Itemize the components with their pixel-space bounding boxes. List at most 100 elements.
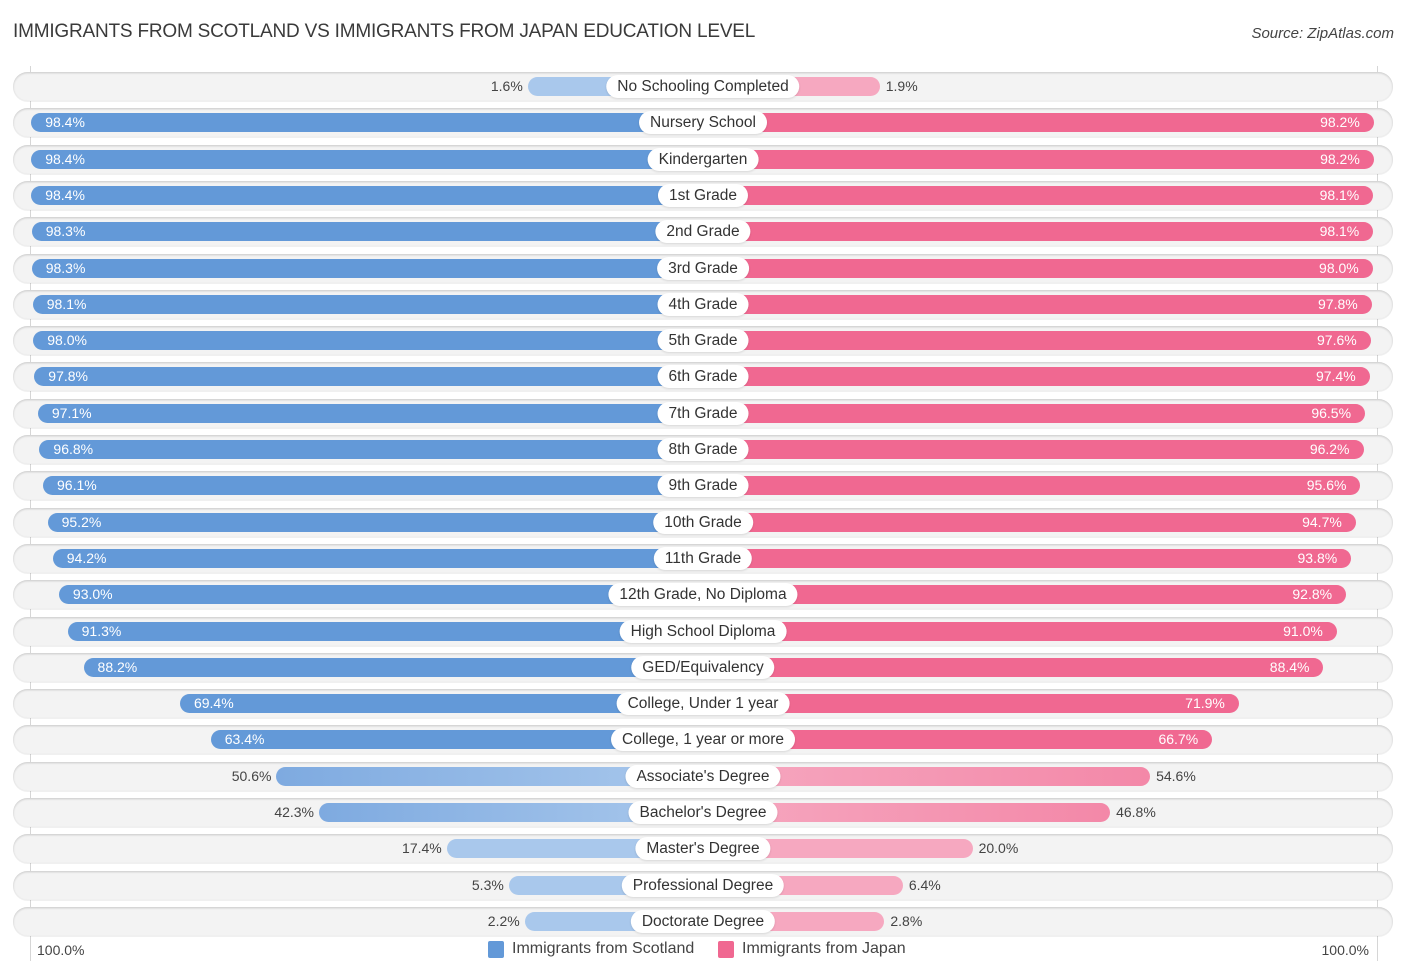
category-label: Associate's Degree bbox=[625, 765, 781, 788]
value-label-scotland: 94.2% bbox=[66, 550, 107, 566]
bar-japan bbox=[703, 295, 1372, 314]
value-label-japan: 97.4% bbox=[1315, 368, 1356, 384]
category-label: GED/Equivalency bbox=[631, 656, 775, 679]
value-label-scotland: 1.6% bbox=[490, 78, 523, 94]
value-label-japan: 98.2% bbox=[1320, 151, 1360, 167]
bar-scotland bbox=[43, 476, 703, 495]
legend-swatch-japan bbox=[718, 940, 734, 958]
value-label-japan: 1.9% bbox=[885, 78, 918, 94]
bar-scotland bbox=[32, 295, 703, 314]
category-label: Bachelor's Degree bbox=[628, 801, 778, 824]
value-label-japan: 98.2% bbox=[1320, 114, 1360, 130]
value-label-scotland: 98.1% bbox=[46, 296, 87, 312]
value-label-scotland: 93.0% bbox=[72, 586, 113, 602]
category-label: College, Under 1 year bbox=[616, 692, 790, 715]
value-label-japan: 96.5% bbox=[1311, 405, 1352, 421]
value-label-scotland: 98.0% bbox=[47, 332, 87, 348]
bar-japan bbox=[703, 440, 1364, 459]
value-label-japan: 98.0% bbox=[1319, 260, 1359, 276]
value-label-japan: 88.4% bbox=[1269, 659, 1310, 675]
legend-item-scotland: Immigrants from Scotland bbox=[488, 940, 694, 958]
category-label: 7th Grade bbox=[657, 402, 749, 425]
value-label-scotland: 63.4% bbox=[224, 731, 265, 747]
value-label-japan: 93.8% bbox=[1297, 550, 1338, 566]
category-label: 1st Grade bbox=[657, 184, 749, 207]
value-label-japan: 46.8% bbox=[1116, 804, 1156, 820]
value-label-japan: 54.6% bbox=[1156, 768, 1196, 784]
bar-japan bbox=[703, 658, 1324, 677]
bar-japan bbox=[703, 585, 1347, 604]
bar-scotland bbox=[52, 549, 703, 568]
value-label-scotland: 98.3% bbox=[45, 260, 86, 276]
value-label-japan: 66.7% bbox=[1158, 731, 1199, 747]
value-label-scotland: 5.3% bbox=[471, 877, 504, 893]
category-label: 5th Grade bbox=[657, 329, 749, 352]
category-label: Doctorate Degree bbox=[630, 910, 776, 933]
value-label-japan: 2.8% bbox=[890, 913, 923, 929]
legend-swatch-scotland bbox=[488, 940, 504, 958]
value-label-scotland: 96.8% bbox=[53, 441, 94, 457]
bar-japan bbox=[703, 222, 1374, 241]
value-label-scotland: 98.4% bbox=[45, 187, 85, 203]
bar-japan bbox=[703, 404, 1366, 423]
bar-scotland bbox=[67, 622, 703, 641]
value-label-scotland: 98.3% bbox=[45, 223, 86, 239]
legend: Immigrants from Scotland Immigrants from… bbox=[0, 940, 1406, 962]
value-label-scotland: 88.2% bbox=[97, 659, 138, 675]
bar-japan bbox=[703, 622, 1337, 641]
value-label-scotland: 2.2% bbox=[487, 913, 520, 929]
category-label: 3rd Grade bbox=[657, 257, 749, 280]
bar-japan bbox=[703, 113, 1374, 132]
category-label: Kindergarten bbox=[647, 148, 759, 171]
value-label-scotland: 17.4% bbox=[402, 840, 442, 856]
bar-scotland bbox=[31, 113, 703, 132]
category-label: No Schooling Completed bbox=[606, 75, 800, 98]
value-label-japan: 91.0% bbox=[1283, 623, 1323, 639]
value-label-japan: 94.7% bbox=[1302, 514, 1342, 530]
value-label-japan: 98.1% bbox=[1319, 187, 1360, 203]
value-label-japan: 71.9% bbox=[1185, 695, 1225, 711]
bar-scotland bbox=[33, 331, 703, 350]
value-label-scotland: 97.1% bbox=[51, 405, 92, 421]
category-label: Professional Degree bbox=[621, 874, 785, 897]
bar-japan bbox=[703, 259, 1373, 278]
bar-japan bbox=[703, 186, 1374, 205]
value-label-scotland: 50.6% bbox=[231, 768, 272, 784]
category-label: 10th Grade bbox=[653, 511, 753, 534]
value-label-japan: 97.6% bbox=[1317, 332, 1357, 348]
bar-japan bbox=[703, 331, 1371, 350]
legend-item-japan: Immigrants from Japan bbox=[718, 940, 906, 958]
bar-scotland bbox=[39, 440, 703, 459]
bar-scotland bbox=[58, 585, 703, 604]
value-label-scotland: 69.4% bbox=[193, 695, 234, 711]
category-label: 8th Grade bbox=[657, 438, 749, 461]
legend-label-japan: Immigrants from Japan bbox=[742, 940, 906, 957]
bar-japan bbox=[703, 150, 1374, 169]
bar-scotland bbox=[31, 150, 703, 169]
category-label: 11th Grade bbox=[653, 547, 753, 570]
bar-scotland bbox=[31, 186, 703, 205]
value-label-japan: 95.6% bbox=[1306, 477, 1347, 493]
value-label-scotland: 42.3% bbox=[274, 804, 315, 820]
value-label-japan: 92.8% bbox=[1292, 586, 1333, 602]
bar-scotland bbox=[37, 404, 703, 423]
bar-japan bbox=[703, 513, 1356, 532]
value-label-japan: 6.4% bbox=[908, 877, 941, 893]
category-label: 2nd Grade bbox=[655, 220, 751, 243]
chart-plot-area: 1.6% 1.9% No Schooling Completed 98.4% 98.2%… bbox=[0, 0, 1406, 975]
category-label: 9th Grade bbox=[657, 474, 749, 497]
value-label-japan: 96.2% bbox=[1309, 441, 1350, 457]
category-label: 6th Grade bbox=[657, 365, 749, 388]
category-label: Nursery School bbox=[639, 111, 767, 134]
category-label: 4th Grade bbox=[657, 293, 749, 316]
legend-label-scotland: Immigrants from Scotland bbox=[512, 940, 695, 957]
bar-japan bbox=[703, 549, 1352, 568]
bar-scotland bbox=[83, 658, 703, 677]
bar-scotland bbox=[34, 367, 703, 386]
value-label-scotland: 95.2% bbox=[61, 514, 102, 530]
value-label-japan: 97.8% bbox=[1318, 296, 1358, 312]
value-label-japan: 98.1% bbox=[1319, 223, 1360, 239]
category-label: Master's Degree bbox=[635, 837, 771, 860]
bar-scotland bbox=[31, 259, 703, 278]
category-label: High School Diploma bbox=[619, 620, 787, 643]
